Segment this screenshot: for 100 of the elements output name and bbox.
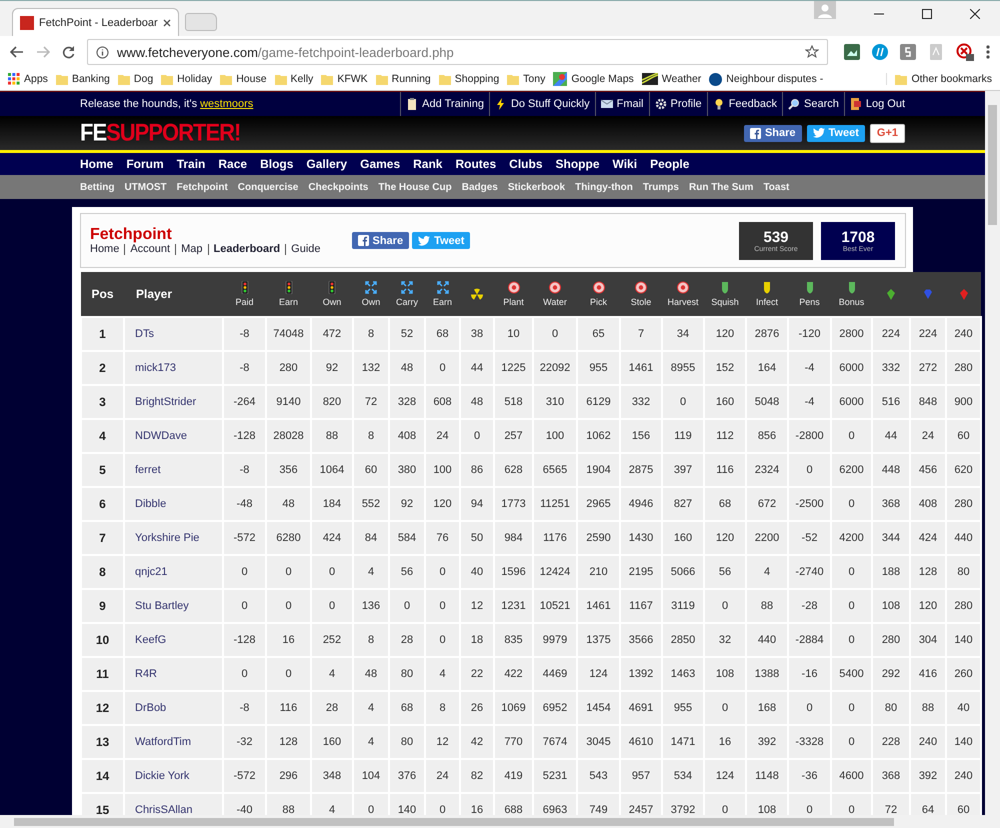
player-link[interactable]: NDWDave: [135, 430, 187, 442]
column-header[interactable]: Own: [362, 297, 380, 307]
subnav-link[interactable]: Badges: [462, 182, 498, 192]
subnav-link[interactable]: The House Cup: [378, 182, 452, 192]
nav-link[interactable]: Routes: [455, 157, 496, 171]
maximize-icon[interactable]: [922, 9, 932, 19]
player-link[interactable]: DTs: [135, 328, 154, 340]
star-icon[interactable]: [805, 45, 819, 59]
bookmark[interactable]: Neighbour disputes -: [705, 72, 828, 86]
nav-link[interactable]: People: [650, 157, 690, 171]
column-header[interactable]: Player: [124, 272, 223, 317]
share-button[interactable]: Share: [352, 232, 410, 249]
player-link[interactable]: Stu Bartley: [135, 600, 189, 612]
player-link[interactable]: Dibble: [135, 498, 166, 510]
column-header[interactable]: Bonus: [838, 297, 864, 307]
subnav-link[interactable]: Toast: [763, 182, 790, 192]
close-icon[interactable]: [970, 9, 980, 19]
column-header[interactable]: Pens: [799, 297, 820, 307]
table-cell: 88: [910, 691, 946, 725]
extension-icon[interactable]: [872, 44, 888, 60]
nav-link[interactable]: Clubs: [509, 157, 542, 171]
nav-link[interactable]: Train: [176, 157, 206, 171]
column-header[interactable]: Squish: [711, 297, 739, 307]
column-header[interactable]: Own: [322, 297, 342, 307]
table-cell: 8: [353, 419, 389, 453]
bookmark[interactable]: Weather: [638, 73, 706, 85]
nav-link[interactable]: Race: [218, 157, 248, 171]
column-header[interactable]: Water: [543, 297, 567, 307]
nav-link[interactable]: Blogs: [260, 157, 294, 171]
column-header[interactable]: Infect: [756, 297, 778, 307]
bookmark[interactable]: Other bookmarks: [886, 73, 996, 85]
bookmark[interactable]: House: [216, 73, 271, 85]
subnav-link[interactable]: Trumps: [642, 182, 679, 192]
player-link[interactable]: KeefG: [135, 634, 166, 646]
share-button[interactable]: Share: [744, 124, 802, 142]
nav-link[interactable]: Rank: [413, 157, 442, 171]
subnav-link[interactable]: Betting: [80, 182, 114, 192]
player-link[interactable]: R4R: [135, 668, 158, 680]
column-header[interactable]: Pick: [590, 297, 607, 307]
column-header[interactable]: Earn: [278, 297, 298, 307]
bookmark[interactable]: Tony: [503, 73, 550, 85]
nav-link[interactable]: Shoppe: [556, 157, 600, 171]
subnav-link[interactable]: Stickerbook: [508, 182, 566, 192]
extension-icon[interactable]: [956, 43, 974, 61]
column-header[interactable]: Pos: [81, 272, 124, 317]
table-cell: 108: [704, 657, 746, 691]
player-link[interactable]: DrBob: [135, 702, 166, 714]
column-header[interactable]: Paid: [235, 297, 254, 307]
bookmark[interactable]: Kelly: [270, 73, 318, 85]
column-header[interactable]: Harvest: [667, 297, 698, 307]
bookmark[interactable]: Holiday: [157, 73, 216, 85]
nav-link[interactable]: Forum: [126, 157, 164, 171]
browser-tab[interactable]: FetchPoint - Leaderboar: [12, 8, 179, 36]
column-header[interactable]: Earn: [432, 297, 452, 307]
subnav-link[interactable]: Conquercise: [238, 182, 298, 192]
menu-icon[interactable]: [986, 45, 990, 59]
address-field[interactable]: www.fetcheveryone.com/game-fetchpoint-leaderboard.php: [87, 39, 828, 65]
subnav-link[interactable]: Thingy-thon: [575, 182, 633, 192]
nav-link[interactable]: Home: [80, 157, 114, 171]
breadcrumb-link[interactable]: Guide: [285, 244, 326, 255]
player-link[interactable]: Dickie York: [135, 770, 190, 782]
player-link[interactable]: mick173: [135, 362, 176, 374]
table-cell: 65: [577, 317, 620, 351]
breadcrumb-link[interactable]: Home: [90, 244, 124, 255]
bookmark[interactable]: Dog: [114, 73, 158, 85]
info-icon[interactable]: [96, 46, 109, 58]
traffic-light-icon: [238, 281, 250, 294]
breadcrumb-link[interactable]: Map: [175, 244, 208, 255]
bookmark[interactable]: Shopping: [434, 73, 504, 85]
nav-link[interactable]: Gallery: [306, 157, 348, 171]
user-link[interactable]: westmoors: [200, 98, 254, 110]
subnav-link[interactable]: Checkpoints: [308, 182, 368, 192]
table-cell: 11251: [533, 487, 577, 521]
bookmark[interactable]: Apps: [4, 73, 52, 85]
subnav-link[interactable]: UTMOST: [124, 182, 167, 192]
close-icon[interactable]: [162, 18, 171, 26]
column-header[interactable]: Carry: [396, 297, 418, 307]
nav-link[interactable]: Wiki: [612, 157, 638, 171]
back-arrow-icon[interactable]: [10, 46, 24, 58]
breadcrumb-link[interactable]: Leaderboard: [208, 244, 286, 255]
bookmark[interactable]: Banking: [52, 73, 114, 85]
reload-icon[interactable]: [62, 46, 75, 58]
column-header[interactable]: Stole: [630, 297, 652, 307]
subnav-link[interactable]: Run The Sum: [688, 182, 754, 192]
bookmark[interactable]: KFWK: [317, 73, 372, 85]
table-cell: 4: [311, 793, 353, 815]
table-cell: 74048: [266, 317, 311, 351]
extension-icon[interactable]: [900, 44, 916, 60]
breadcrumb-link[interactable]: Account: [124, 244, 176, 255]
player-link[interactable]: ferret: [135, 464, 161, 476]
nav-link[interactable]: Games: [360, 157, 400, 171]
column-header[interactable]: Plant: [503, 297, 524, 307]
table-cell: 419: [494, 759, 533, 793]
bookmark[interactable]: Google Maps: [549, 72, 638, 86]
extension-icon[interactable]: [844, 44, 860, 60]
table-cell: 620: [946, 453, 981, 487]
plus-one-button[interactable]: G+1: [870, 124, 905, 142]
bookmark[interactable]: Running: [372, 73, 435, 85]
player-link[interactable]: qnjc21: [135, 566, 168, 578]
subnav-link[interactable]: Fetchpoint: [176, 182, 228, 192]
